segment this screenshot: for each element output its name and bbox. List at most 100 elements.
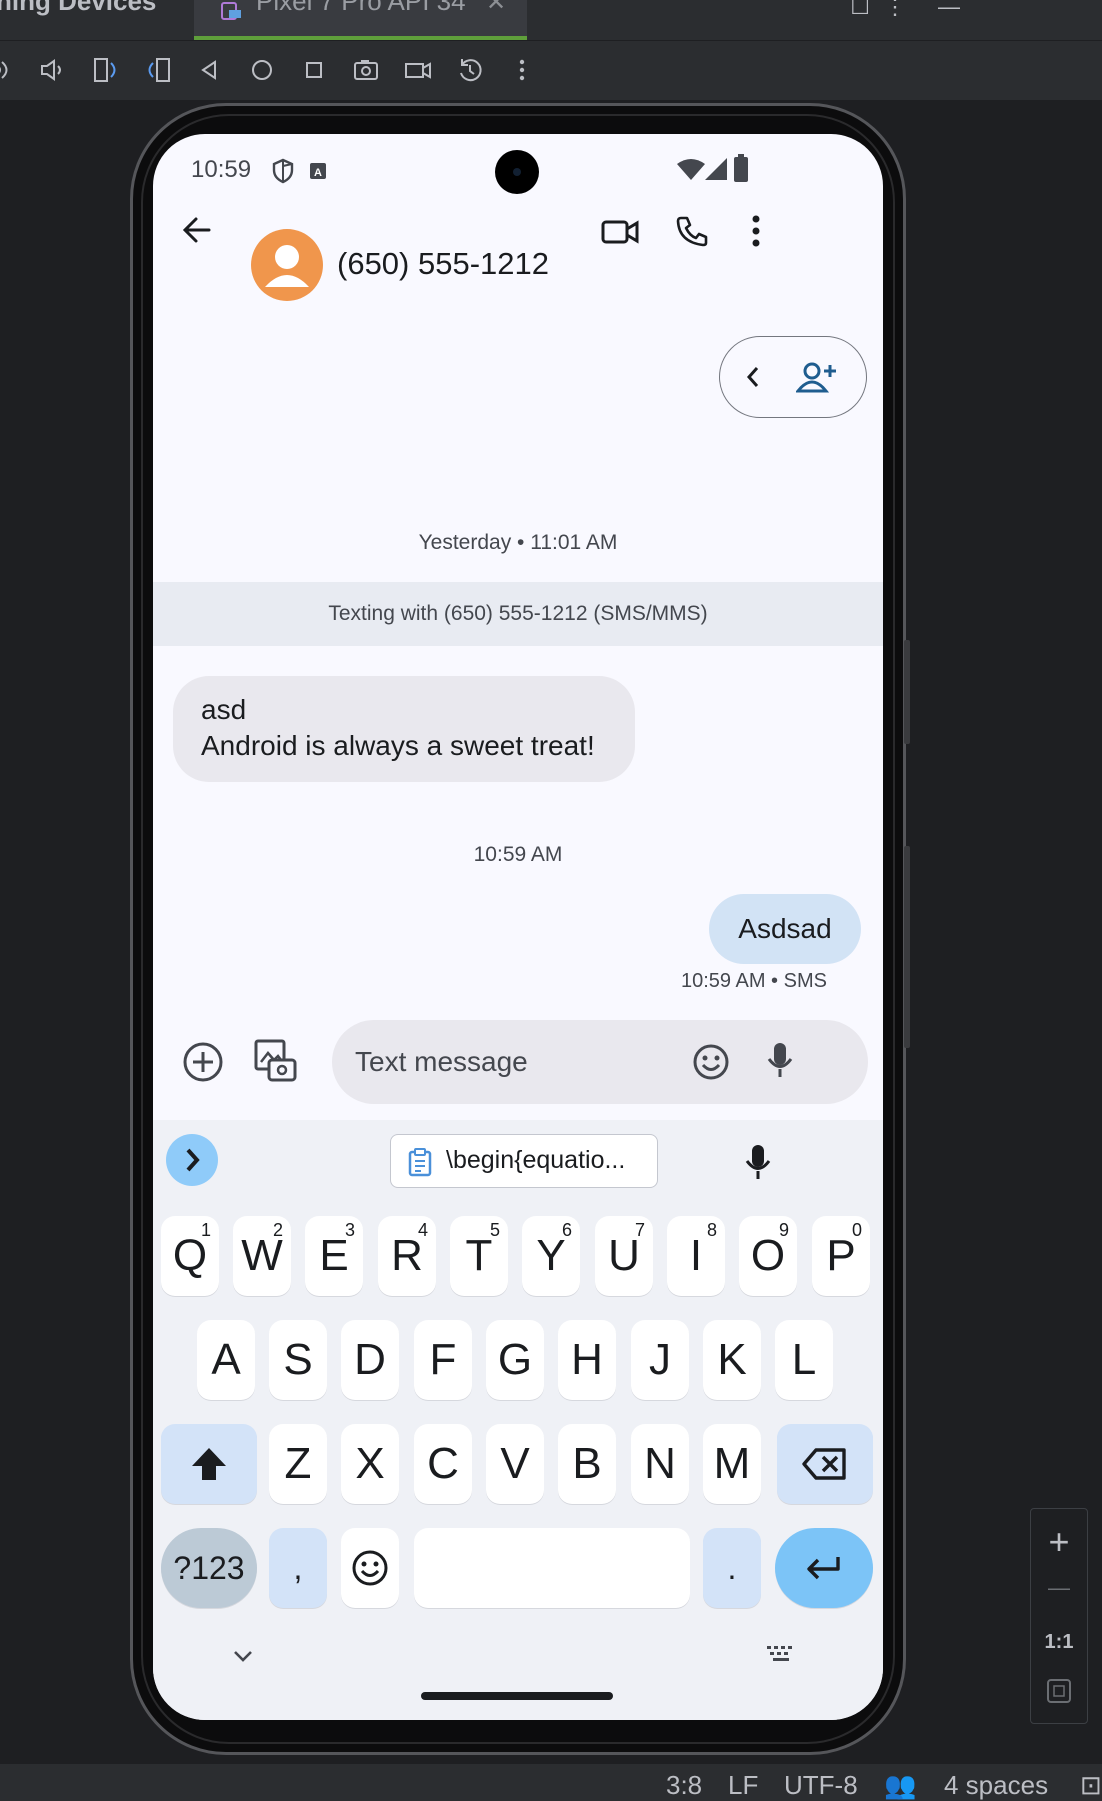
keyboard-mic-icon[interactable] bbox=[743, 1142, 773, 1182]
microphone-icon[interactable] bbox=[765, 1040, 795, 1080]
incoming-message-bubble[interactable]: asd Android is always a sweet treat! bbox=[173, 676, 635, 782]
key-z[interactable]: Z bbox=[269, 1424, 327, 1504]
key-t[interactable]: T5 bbox=[450, 1216, 508, 1296]
back-icon[interactable] bbox=[192, 52, 228, 88]
key-e[interactable]: E3 bbox=[305, 1216, 363, 1296]
volume-down-icon[interactable] bbox=[34, 52, 70, 88]
restore-icon[interactable]: ☐ bbox=[850, 0, 870, 20]
key-x[interactable]: X bbox=[341, 1424, 399, 1504]
fit-screen-icon[interactable] bbox=[1031, 1677, 1087, 1710]
key-y[interactable]: Y6 bbox=[522, 1216, 580, 1296]
line-ending[interactable]: LF bbox=[728, 1770, 758, 1801]
key-h[interactable]: H bbox=[558, 1320, 616, 1400]
key-g[interactable]: G bbox=[486, 1320, 544, 1400]
more-options-icon[interactable] bbox=[504, 52, 540, 88]
period-key[interactable]: . bbox=[703, 1528, 761, 1608]
incoming-message-line: Android is always a sweet treat! bbox=[201, 730, 595, 761]
key-j[interactable]: J bbox=[631, 1320, 689, 1400]
contact-name[interactable]: (650) 555-1212 bbox=[337, 246, 549, 282]
screenshot-icon[interactable] bbox=[348, 52, 384, 88]
key-u[interactable]: U7 bbox=[595, 1216, 653, 1296]
clipboard-suggestion-text: \begin{equatio... bbox=[446, 1146, 626, 1174]
key-k[interactable]: K bbox=[703, 1320, 761, 1400]
key-q[interactable]: Q1 bbox=[161, 1216, 219, 1296]
rotate-left-icon[interactable] bbox=[88, 52, 124, 88]
overview-icon[interactable] bbox=[296, 52, 332, 88]
key-o[interactable]: O9 bbox=[739, 1216, 797, 1296]
key-l[interactable]: L bbox=[775, 1320, 833, 1400]
close-tab-icon[interactable]: ✕ bbox=[486, 0, 506, 17]
file-encoding[interactable]: UTF-8 bbox=[784, 1770, 858, 1801]
wifi-icon bbox=[677, 159, 705, 180]
device-screen[interactable]: 10:59 A (650) 555-1212 Yesterday • 11:01… bbox=[153, 134, 883, 1720]
key-m[interactable]: M bbox=[703, 1424, 761, 1504]
key-i[interactable]: I8 bbox=[667, 1216, 725, 1296]
cell-signal-icon bbox=[705, 158, 727, 180]
shift-key[interactable] bbox=[161, 1424, 257, 1504]
backspace-key[interactable] bbox=[777, 1424, 873, 1504]
clipboard-icon bbox=[408, 1148, 432, 1177]
date-separator-today: 10:59 AM bbox=[473, 843, 563, 866]
device-tab-label: Pixel 7 Pro API 34 bbox=[256, 0, 466, 16]
device-tab[interactable]: Pixel 7 Pro API 34 ✕ bbox=[194, 0, 527, 40]
outgoing-message-bubble[interactable]: Asdsad bbox=[709, 894, 861, 964]
person-icon bbox=[265, 245, 309, 287]
keyboard-switcher-icon[interactable] bbox=[765, 1644, 797, 1664]
add-attachment-icon[interactable] bbox=[181, 1040, 225, 1084]
zoom-out-button[interactable]: — bbox=[1031, 1575, 1087, 1601]
rotate-right-icon[interactable] bbox=[140, 52, 176, 88]
symbols-key[interactable]: ?123 bbox=[161, 1528, 257, 1608]
key-f[interactable]: F bbox=[414, 1320, 472, 1400]
home-icon[interactable] bbox=[244, 52, 280, 88]
incoming-message-line: asd bbox=[201, 694, 247, 725]
key-s[interactable]: S bbox=[269, 1320, 327, 1400]
minimize-icon[interactable]: — bbox=[938, 0, 960, 20]
volume-up-icon[interactable] bbox=[0, 52, 24, 88]
add-contact-chip[interactable] bbox=[719, 336, 867, 418]
gesture-nav-handle[interactable] bbox=[421, 1692, 613, 1700]
key-a[interactable]: A bbox=[197, 1320, 255, 1400]
space-key[interactable] bbox=[414, 1528, 690, 1608]
key-v[interactable]: V bbox=[486, 1424, 544, 1504]
enter-key[interactable] bbox=[775, 1528, 873, 1608]
comma-key[interactable]: , bbox=[269, 1528, 327, 1608]
gallery-icon[interactable] bbox=[253, 1038, 297, 1084]
key-c[interactable]: C bbox=[414, 1424, 472, 1504]
more-icon[interactable]: ⋮ bbox=[884, 0, 906, 20]
zoom-controls: + — 1:1 bbox=[1030, 1508, 1088, 1724]
keyboard-expand-button[interactable] bbox=[166, 1134, 218, 1186]
key-b[interactable]: B bbox=[558, 1424, 616, 1504]
soft-keyboard bbox=[153, 1120, 883, 1720]
date-separator-yesterday: Yesterday • 11:01 AM bbox=[418, 531, 618, 554]
contact-avatar[interactable] bbox=[251, 229, 323, 301]
key-n[interactable]: N bbox=[631, 1424, 689, 1504]
emoji-icon[interactable] bbox=[691, 1042, 731, 1082]
indent-setting[interactable]: 4 spaces bbox=[944, 1770, 1048, 1801]
emoji-key[interactable] bbox=[341, 1528, 399, 1608]
chevron-right-icon bbox=[186, 1148, 200, 1172]
people-icon[interactable]: 👥 bbox=[884, 1770, 916, 1801]
key-p[interactable]: P0 bbox=[812, 1216, 870, 1296]
screen-record-icon[interactable] bbox=[400, 52, 436, 88]
hide-keyboard-icon[interactable] bbox=[231, 1648, 255, 1664]
lock-icon[interactable]: ⊡ bbox=[1080, 1770, 1102, 1801]
texting-banner: Texting with (650) 555-1212 (SMS/MMS) bbox=[153, 582, 883, 646]
key-d[interactable]: D bbox=[341, 1320, 399, 1400]
message-input-placeholder: Text message bbox=[355, 1046, 528, 1077]
ide-tab-bar: ning Devices Pixel 7 Pro API 34 ✕ ☐ ⋮ — bbox=[0, 0, 1102, 41]
snapshot-icon[interactable] bbox=[452, 52, 488, 88]
battery-icon bbox=[734, 154, 748, 182]
volume-rocker[interactable] bbox=[904, 846, 910, 1048]
key-w[interactable]: W2 bbox=[233, 1216, 291, 1296]
video-call-icon[interactable] bbox=[601, 218, 639, 246]
zoom-in-button[interactable]: + bbox=[1031, 1521, 1087, 1563]
power-button[interactable] bbox=[904, 640, 910, 744]
back-arrow-icon[interactable] bbox=[179, 212, 215, 248]
actual-size-button[interactable]: 1:1 bbox=[1031, 1631, 1087, 1654]
phone-call-icon[interactable] bbox=[675, 214, 709, 248]
device-icon bbox=[221, 2, 241, 20]
key-r[interactable]: R4 bbox=[378, 1216, 436, 1296]
chevron-left-icon bbox=[746, 367, 759, 387]
caret-position[interactable]: 3:8 bbox=[666, 1770, 702, 1801]
more-vert-icon[interactable] bbox=[749, 214, 763, 248]
